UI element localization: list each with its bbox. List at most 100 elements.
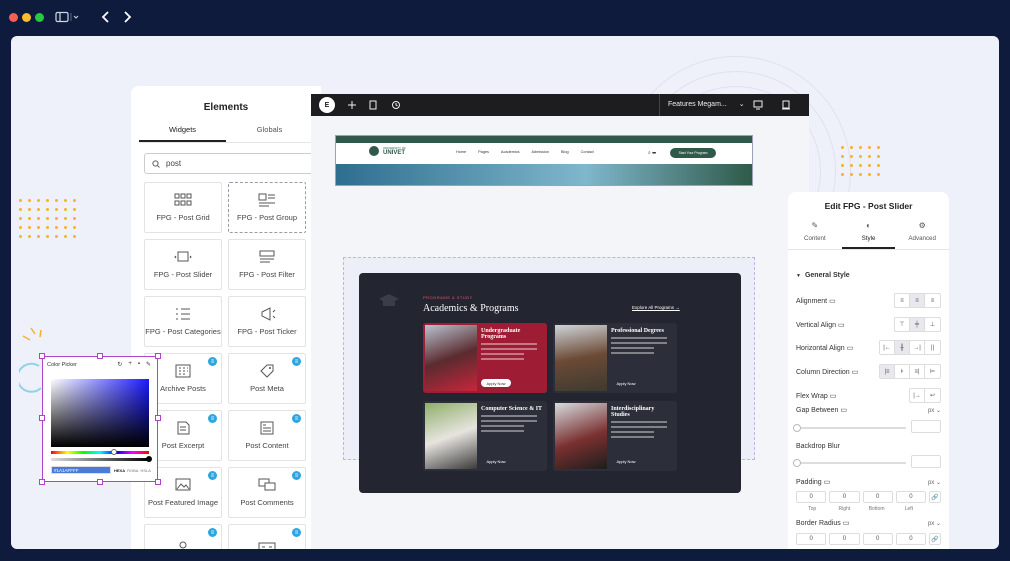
slider-handle[interactable]: [111, 449, 117, 455]
justify-end-icon[interactable]: →|: [910, 341, 925, 354]
justify-start-icon[interactable]: |←: [880, 341, 895, 354]
nowrap-icon[interactable]: |→: [910, 389, 925, 402]
apply-now-button[interactable]: Apply Now: [611, 457, 641, 465]
back-arrow-icon[interactable]: [101, 11, 111, 23]
resize-handle[interactable]: [97, 479, 103, 485]
delete-icon[interactable]: ▪: [138, 361, 140, 368]
align-center-icon[interactable]: ≡: [910, 294, 925, 307]
maximize-window-button[interactable]: [35, 13, 44, 22]
tab-advanced[interactable]: ⚙ Advanced: [895, 221, 949, 249]
sidebar-toggle-icon[interactable]: [55, 11, 81, 23]
widget-card[interactable]: FPG - Post Slider: [144, 239, 222, 290]
page-selector[interactable]: Features Megam... ⌄: [659, 94, 745, 116]
backdrop-blur-input[interactable]: [911, 455, 941, 468]
align-middle-icon[interactable]: ╪: [910, 318, 925, 331]
resize-handle[interactable]: [39, 415, 45, 421]
program-card[interactable]: Professional Degrees Apply Now: [553, 323, 677, 393]
radius-right-input[interactable]: 0: [829, 533, 860, 545]
hex-input[interactable]: #1A1AFFFF: [51, 466, 111, 474]
minimize-window-button[interactable]: [22, 13, 31, 22]
alpha-slider[interactable]: [51, 456, 152, 462]
tablet-view-icon[interactable]: [781, 100, 791, 110]
tab-widgets[interactable]: Widgets: [139, 125, 226, 142]
program-card[interactable]: Interdisciplinary Studies Apply Now: [553, 401, 677, 471]
padding-bottom-input[interactable]: 0: [862, 491, 893, 503]
site-nav-item[interactable]: Academics: [501, 150, 520, 154]
padding-right-input[interactable]: 0: [829, 491, 860, 503]
close-window-button[interactable]: [9, 13, 18, 22]
apply-now-button[interactable]: Apply Now: [611, 379, 641, 387]
direction-column-reverse-icon[interactable]: ⊨: [925, 365, 940, 378]
unit-selector[interactable]: px ⌄: [928, 479, 941, 486]
link-icon[interactable]: 🔗: [929, 491, 941, 503]
widget-card[interactable]: Post Content ≡: [228, 410, 306, 461]
eyedropper-icon[interactable]: ✎: [146, 361, 151, 368]
resize-handle[interactable]: [155, 479, 161, 485]
direction-row-reverse-icon[interactable]: ≡|: [910, 365, 925, 378]
widget-card[interactable]: FPG - Post Group: [228, 182, 306, 233]
resize-handle[interactable]: [39, 479, 45, 485]
padding-left-input[interactable]: 0: [895, 491, 926, 503]
site-search-icon[interactable]: ⌕ ☰: [648, 150, 656, 156]
radius-bottom-input[interactable]: 0: [862, 533, 893, 545]
resize-handle[interactable]: [155, 415, 161, 421]
widget-card[interactable]: FPG - Post Ticker: [228, 296, 306, 347]
radius-left-input[interactable]: 0: [895, 533, 926, 545]
link-icon[interactable]: 🔗: [929, 533, 941, 545]
page-settings-icon[interactable]: [369, 100, 377, 110]
hue-slider[interactable]: [51, 449, 149, 455]
apply-now-button[interactable]: Apply Now: [481, 379, 511, 387]
site-nav-item[interactable]: Admission: [532, 150, 550, 154]
program-card[interactable]: Undergraduate Programs Apply Now: [423, 323, 547, 393]
format-rgba[interactable]: RGBA: [127, 468, 138, 473]
slider-handle[interactable]: [793, 424, 801, 432]
add-swatch-icon[interactable]: +: [128, 361, 132, 368]
direction-column-icon[interactable]: ⊧: [895, 365, 910, 378]
widget-card[interactable]: Post Comments ≡: [228, 467, 306, 518]
justify-center-icon[interactable]: ╫: [895, 341, 910, 354]
backdrop-blur-slider[interactable]: [793, 459, 906, 467]
add-icon[interactable]: [348, 101, 356, 109]
format-hsla[interactable]: HSLA: [140, 468, 150, 473]
desktop-view-icon[interactable]: [753, 100, 763, 110]
align-right-icon[interactable]: ≡: [925, 294, 940, 307]
post-slider-preview[interactable]: PROGRAMS & STUDY Academics & Programs Ex…: [359, 273, 741, 493]
direction-row-icon[interactable]: |≡: [880, 365, 895, 378]
unit-selector[interactable]: px ⌄: [928, 520, 941, 527]
general-style-section[interactable]: ▼ General Style: [796, 272, 941, 279]
widget-card[interactable]: FPG - Post Filter: [228, 239, 306, 290]
site-cta-button[interactable]: Start Your Program: [670, 148, 716, 158]
program-card[interactable]: Computer Science & IT Apply Now: [423, 401, 547, 471]
elementor-logo-icon[interactable]: E: [319, 97, 335, 113]
apply-now-button[interactable]: Apply Now: [481, 457, 511, 465]
tab-content[interactable]: ✎ Content: [788, 221, 842, 249]
site-nav-item[interactable]: Blog: [561, 150, 569, 154]
tab-style[interactable]: ◐ Style: [841, 221, 896, 249]
history-icon[interactable]: [391, 100, 401, 110]
format-hexa[interactable]: HEXA: [114, 468, 125, 473]
unit-selector[interactable]: px ⌄: [928, 407, 941, 414]
widget-card[interactable]: ≡: [228, 524, 306, 549]
resize-handle[interactable]: [155, 353, 161, 359]
gap-between-slider[interactable]: [793, 424, 906, 432]
align-bottom-icon[interactable]: ⊥: [925, 318, 940, 331]
site-nav-item[interactable]: Pages: [478, 150, 489, 154]
align-left-icon[interactable]: ≡: [895, 294, 910, 307]
padding-top-input[interactable]: 0: [796, 491, 827, 503]
widget-card[interactable]: FPG - Post Grid: [144, 182, 222, 233]
widget-card[interactable]: FPG - Post Categories: [144, 296, 222, 347]
site-header-preview[interactable]: UNIVERSITY OF UNIVET Home Pages Academics A…: [335, 135, 753, 186]
saturation-area[interactable]: [51, 379, 149, 447]
radius-top-input[interactable]: 0: [796, 533, 827, 545]
explore-all-link[interactable]: Explore All Programs →: [632, 305, 680, 310]
widget-card[interactable]: Post Meta ≡: [228, 353, 306, 404]
resize-handle[interactable]: [97, 353, 103, 359]
wrap-icon[interactable]: ↩: [925, 389, 940, 402]
widget-card[interactable]: ≡: [144, 524, 222, 549]
site-nav-item[interactable]: Contact: [581, 150, 594, 154]
gap-between-input[interactable]: [911, 420, 941, 433]
tab-globals[interactable]: Globals: [226, 125, 313, 142]
site-nav-item[interactable]: Home: [456, 150, 466, 154]
slider-handle[interactable]: [146, 456, 152, 462]
slider-handle[interactable]: [793, 459, 801, 467]
